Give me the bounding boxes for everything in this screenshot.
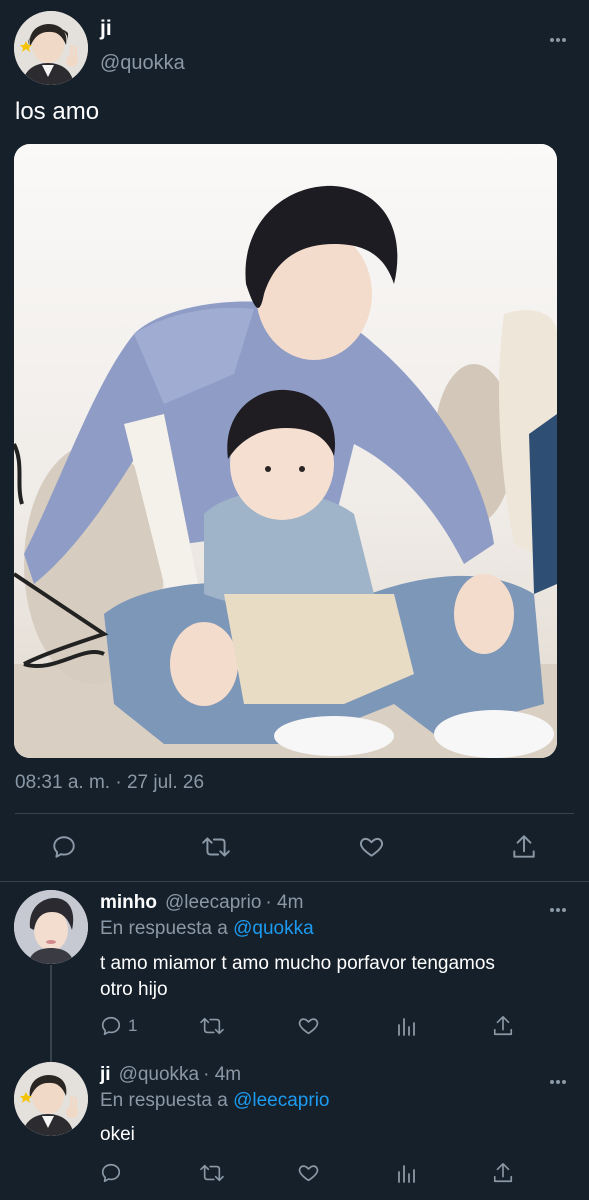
tweet-text: los amo — [15, 98, 100, 125]
more-horizontal-icon[interactable] — [549, 31, 567, 43]
retweet-icon[interactable] — [201, 834, 231, 860]
reply-count: 1 — [128, 1016, 138, 1035]
reply-text-line: okei — [100, 1124, 135, 1145]
replying-to: En respuesta a @leecaprio — [100, 1090, 330, 1112]
reply-header: minho @leecaprio · 4m — [100, 892, 303, 914]
heart-icon[interactable] — [297, 1162, 320, 1184]
views-icon[interactable] — [396, 1015, 416, 1037]
heart-icon[interactable] — [297, 1015, 320, 1037]
tweet-photo[interactable] — [14, 144, 557, 758]
reply-avatar[interactable] — [14, 1062, 88, 1136]
reply-author-name[interactable]: minho — [100, 892, 157, 914]
heart-icon[interactable] — [358, 834, 385, 860]
replying-prefix: En respuesta a — [100, 918, 228, 939]
share-icon[interactable] — [492, 1014, 514, 1038]
reply-time[interactable]: · 4m — [203, 1064, 241, 1086]
reply-icon[interactable] — [51, 834, 77, 860]
thread-line — [50, 965, 52, 1062]
reply-icon[interactable] — [100, 1162, 122, 1184]
reply-text-line: otro hijo — [100, 979, 168, 1000]
replying-to-handle[interactable]: @quokka — [233, 918, 314, 939]
reply-text: t amo miamor t amo mucho porfavor tengam… — [100, 951, 495, 1003]
retweet-icon[interactable] — [199, 1162, 225, 1184]
reply-text-line: t amo miamor t amo mucho porfavor tengam… — [100, 953, 495, 974]
more-horizontal-icon[interactable] — [549, 1073, 567, 1085]
author-name[interactable]: ji — [100, 17, 112, 41]
share-icon[interactable] — [511, 833, 537, 861]
share-icon[interactable] — [492, 1161, 514, 1185]
replying-to: En respuesta a @quokka — [100, 918, 314, 940]
reply-avatar[interactable] — [14, 890, 88, 964]
reply-author-name[interactable]: ji — [100, 1064, 111, 1086]
author-handle[interactable]: @quokka — [100, 52, 185, 75]
retweet-icon[interactable] — [199, 1015, 225, 1037]
reply-header: ji @quokka · 4m — [100, 1064, 241, 1086]
reply-author-handle[interactable]: @quokka — [119, 1064, 200, 1086]
more-horizontal-icon[interactable] — [549, 901, 567, 913]
divider — [15, 813, 574, 814]
divider — [0, 881, 589, 882]
reply-author-handle[interactable]: @leecaprio — [165, 892, 261, 914]
tweet-timestamp[interactable]: 08:31 a. m. · 27 jul. 26 — [15, 772, 204, 794]
reply-button[interactable]: 1 — [100, 1015, 137, 1037]
reply-time[interactable]: · 4m — [265, 892, 303, 914]
reply-text: okei — [100, 1122, 135, 1148]
views-icon[interactable] — [396, 1162, 416, 1184]
author-avatar[interactable] — [14, 11, 88, 85]
reply-icon — [100, 1015, 122, 1037]
replying-prefix: En respuesta a — [100, 1090, 228, 1111]
replying-to-handle[interactable]: @leecaprio — [233, 1090, 329, 1111]
